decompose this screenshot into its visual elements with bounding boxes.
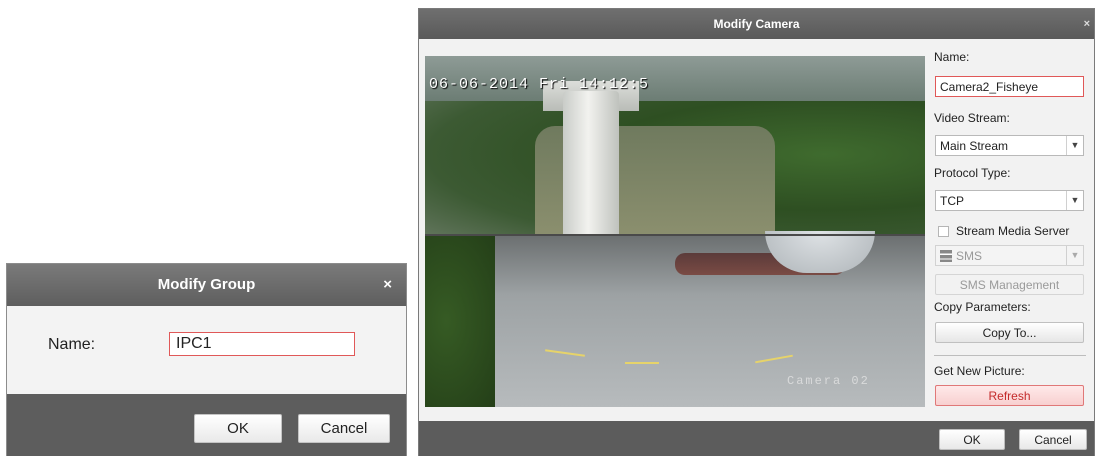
dialog-title-bar: Modify Camera × xyxy=(419,9,1094,39)
dialog-title: Modify Group xyxy=(157,276,256,293)
dialog-title: Modify Camera xyxy=(713,17,800,31)
name-label: Name: xyxy=(934,50,970,64)
modify-camera-dialog: Modify Camera × 06-06-2014 Fri 14:12:5 C… xyxy=(418,8,1095,456)
sms-management-button: SMS Management xyxy=(935,274,1084,295)
preview-split-divider xyxy=(425,234,925,236)
divider xyxy=(934,355,1086,356)
server-icon xyxy=(940,250,952,262)
cancel-button[interactable]: Cancel xyxy=(298,414,390,443)
sms-select: SMS ▼ xyxy=(935,245,1084,266)
group-name-input[interactable] xyxy=(169,332,355,356)
ok-button[interactable]: OK xyxy=(939,429,1005,450)
camera-name-input[interactable] xyxy=(935,76,1084,97)
chevron-down-icon: ▼ xyxy=(1066,191,1083,210)
cancel-button[interactable]: Cancel xyxy=(1019,429,1087,450)
sms-select-content: SMS xyxy=(940,249,982,263)
chevron-down-icon: ▼ xyxy=(1066,136,1083,155)
refresh-button[interactable]: Refresh xyxy=(935,385,1084,406)
dialog-body: Name: xyxy=(7,306,406,394)
video-stream-value: Main Stream xyxy=(940,139,1009,153)
dialog-footer: OK Cancel xyxy=(419,421,1094,456)
ok-button[interactable]: OK xyxy=(194,414,282,443)
protocol-type-select[interactable]: TCP ▼ xyxy=(935,190,1084,211)
osd-camera-name: Camera 02 xyxy=(787,374,870,388)
preview-pole xyxy=(563,91,619,235)
osd-timestamp: 06-06-2014 Fri 14:12:5 xyxy=(429,76,650,93)
dialog-body: 06-06-2014 Fri 14:12:5 Camera 02 Name: V… xyxy=(419,39,1094,421)
modify-group-dialog: Modify Group × Name: OK Cancel xyxy=(6,263,407,456)
close-icon[interactable]: × xyxy=(383,264,392,306)
get-new-picture-label: Get New Picture: xyxy=(934,364,1025,378)
video-stream-select[interactable]: Main Stream ▼ xyxy=(935,135,1084,156)
camera-settings-panel: Name: Video Stream: Main Stream ▼ Protoc… xyxy=(934,39,1089,421)
road-marking xyxy=(625,362,659,364)
copy-to-button[interactable]: Copy To... xyxy=(935,322,1084,343)
protocol-type-label: Protocol Type: xyxy=(934,166,1011,180)
video-stream-label: Video Stream: xyxy=(934,111,1010,125)
name-label: Name: xyxy=(48,336,96,353)
chevron-down-icon: ▼ xyxy=(1066,246,1083,265)
dialog-footer: OK Cancel xyxy=(7,394,406,456)
sms-value: SMS xyxy=(956,249,983,263)
stream-media-server-label: Stream Media Server xyxy=(956,224,1070,238)
copy-parameters-label: Copy Parameters: xyxy=(934,300,1031,314)
camera-preview-image: 06-06-2014 Fri 14:12:5 Camera 02 xyxy=(425,56,925,407)
stream-media-server-checkbox[interactable] xyxy=(938,226,949,237)
protocol-type-value: TCP xyxy=(940,194,964,208)
preview-grass xyxy=(425,235,495,407)
dialog-title-bar: Modify Group × xyxy=(7,264,406,306)
close-icon[interactable]: × xyxy=(1084,9,1090,39)
